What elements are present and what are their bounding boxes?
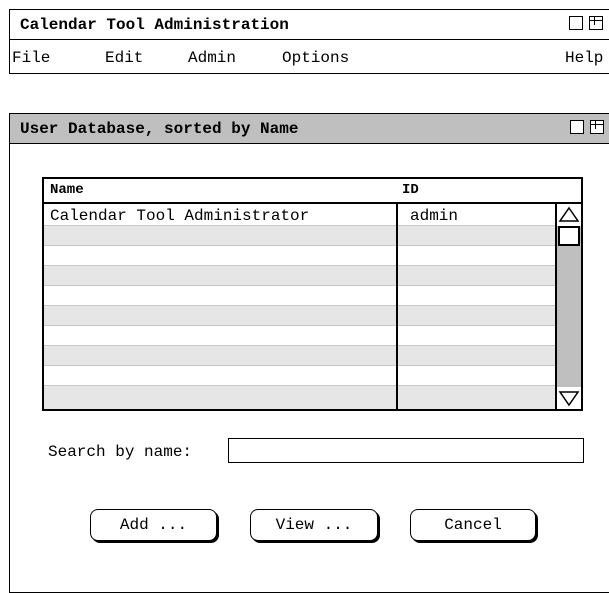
search-input[interactable] (228, 438, 584, 463)
menu-help[interactable]: Help (565, 49, 603, 67)
dialog-title: User Database, sorted by Name (20, 120, 299, 138)
maximize-icon[interactable] (588, 15, 603, 30)
menu-options[interactable]: Options (282, 49, 349, 67)
table-row[interactable]: Calendar Tool Administrator admin (44, 206, 555, 226)
menu-file[interactable]: File (12, 49, 50, 67)
minimize-icon[interactable] (569, 16, 583, 30)
column-header-id[interactable]: ID (402, 182, 419, 198)
table-header: Name ID (44, 179, 581, 204)
menubar: File Edit Admin Options Help (10, 40, 609, 73)
menu-admin[interactable]: Admin (188, 49, 236, 67)
table-row[interactable] (44, 386, 555, 409)
add-button[interactable]: Add ... (90, 509, 217, 541)
table-row[interactable] (44, 306, 555, 326)
menu-edit[interactable]: Edit (105, 49, 143, 67)
table-row[interactable] (44, 266, 555, 286)
scroll-up-icon[interactable] (557, 204, 581, 226)
column-divider (396, 204, 398, 409)
user-name-cell: Calendar Tool Administrator (50, 207, 310, 225)
view-button[interactable]: View ... (250, 509, 378, 541)
column-header-name[interactable]: Name (50, 182, 84, 198)
table-row[interactable] (44, 286, 555, 306)
window-title: Calendar Tool Administration (20, 16, 289, 34)
user-database-dialog: User Database, sorted by Name Name ID Ca… (9, 113, 609, 593)
cancel-button[interactable]: Cancel (410, 509, 536, 541)
maximize-icon[interactable] (589, 119, 604, 134)
dialog-titlebar[interactable]: User Database, sorted by Name (10, 114, 609, 144)
table-row[interactable] (44, 366, 555, 386)
minimize-icon[interactable] (570, 120, 584, 134)
user-id-cell: admin (410, 207, 459, 225)
table-row[interactable] (44, 246, 555, 266)
table-row[interactable] (44, 326, 555, 346)
main-window: Calendar Tool Administration File Edit A… (9, 9, 609, 74)
scroll-down-icon[interactable] (557, 387, 581, 409)
main-titlebar[interactable]: Calendar Tool Administration (10, 10, 609, 40)
scroll-thumb[interactable] (558, 226, 580, 246)
table-row[interactable] (44, 226, 555, 246)
table-row[interactable] (44, 346, 555, 366)
search-label: Search by name: (48, 443, 193, 461)
user-table: Name ID Calendar Tool Administrator admi… (42, 177, 583, 411)
vertical-scrollbar[interactable] (555, 204, 581, 409)
